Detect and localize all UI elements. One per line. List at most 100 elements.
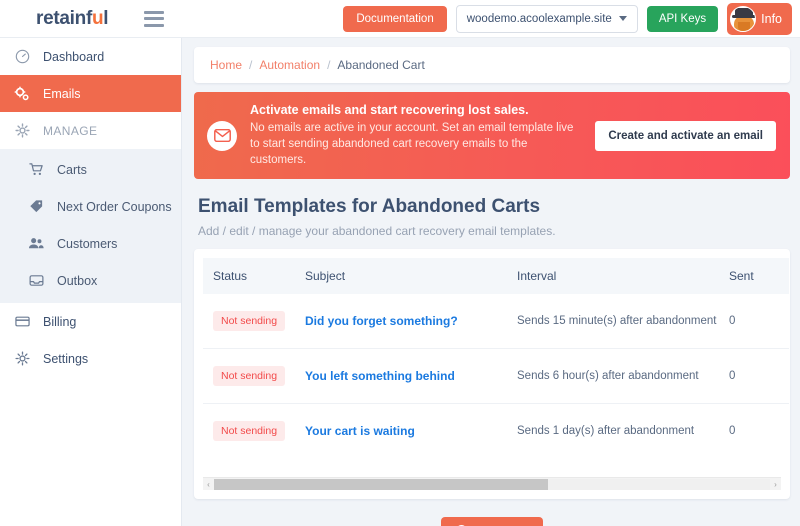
top-bar-actions: Documentation woodemo.acoolexample.site … <box>343 2 792 35</box>
sidebar-submenu-manage: Carts Next Order Coupons Customers Outbo… <box>0 149 181 303</box>
breadcrumb: Home / Automation / Abandoned Cart <box>194 47 790 83</box>
email-templates-table: Status Subject Interval Sent Not sending… <box>203 258 789 458</box>
avatar <box>730 5 757 32</box>
table-row: Not sending Did you forget something? Se… <box>203 294 789 349</box>
scroll-left-arrow-icon[interactable]: ‹ <box>203 480 214 489</box>
status-badge: Not sending <box>213 311 286 331</box>
breadcrumb-automation[interactable]: Automation <box>259 58 320 72</box>
add-email-row: Add Email <box>194 517 790 526</box>
app-logo[interactable]: retainful <box>36 7 109 30</box>
hamburger-bar <box>144 23 165 27</box>
sidebar-item-label: Emails <box>43 86 81 101</box>
cell-status: Not sending <box>203 348 295 404</box>
gear-icon <box>14 123 30 139</box>
alert-title: Activate emails and start recovering los… <box>250 103 529 117</box>
chevron-down-icon <box>618 16 627 21</box>
cell-interval: Sends 15 minute(s) after abandonment <box>517 315 717 327</box>
sidebar-section-label: MANAGE <box>43 123 98 138</box>
cell-subject: Your cart is waiting <box>295 403 507 458</box>
credit-card-icon <box>14 314 30 330</box>
email-template-link[interactable]: Your cart is waiting <box>305 424 415 438</box>
sidebar-item-label: Customers <box>57 236 118 251</box>
logo-text-tail: l <box>103 7 109 29</box>
gear-icon <box>14 351 30 367</box>
table-header: Status Subject Interval Sent <box>203 258 789 294</box>
email-template-link[interactable]: Did you forget something? <box>305 314 458 328</box>
inbox-icon <box>28 273 44 289</box>
avatar-beard <box>738 21 751 31</box>
scrollbar-track[interactable] <box>214 478 770 490</box>
main-content: Home / Automation / Abandoned Cart Activ… <box>182 38 800 526</box>
avatar-hat-brim <box>732 14 756 18</box>
table-horizontal-scrollbar[interactable]: ‹ › <box>203 477 781 490</box>
sidebar-item-emails[interactable]: Emails <box>0 75 181 112</box>
logo-text-accent: u <box>91 7 104 29</box>
table-body: Not sending Did you forget something? Se… <box>203 294 789 458</box>
alert-text: Activate emails and start recovering los… <box>250 103 585 168</box>
cart-icon <box>28 162 44 178</box>
column-header-sent[interactable]: Sent <box>719 258 789 294</box>
hamburger-bar <box>144 17 165 20</box>
sidebar-item-label: Settings <box>43 351 89 366</box>
envelope-icon <box>207 120 237 151</box>
cell-interval: Sends 1 day(s) after abandonment <box>507 403 719 458</box>
table-row: Not sending Your cart is waiting Sends 1… <box>203 403 789 458</box>
sidebar-item-carts[interactable]: Carts <box>0 151 181 188</box>
hamburger-bar <box>144 10 165 14</box>
breadcrumb-current: Abandoned Cart <box>337 58 425 72</box>
email-template-link[interactable]: You left something behind <box>305 369 455 383</box>
api-keys-button[interactable]: API Keys <box>646 5 719 32</box>
sidebar-item-label: Carts <box>57 162 87 177</box>
cell-interval: Sends 6 hour(s) after abandonment <box>507 348 719 404</box>
site-selector[interactable]: woodemo.acoolexample.site <box>455 4 638 33</box>
sidebar-item-label: Next Order Coupons <box>57 199 172 214</box>
column-header-subject[interactable]: Subject <box>295 258 507 294</box>
sidebar-item-settings[interactable]: Settings <box>0 340 181 377</box>
cell-sent: 0 <box>729 315 736 327</box>
users-icon <box>28 236 44 252</box>
sidebar-item-customers[interactable]: Customers <box>0 225 181 262</box>
status-badge: Not sending <box>213 366 286 386</box>
gauge-icon <box>14 49 30 65</box>
cogs-icon <box>14 86 30 102</box>
sidebar-item-label: Outbox <box>57 273 98 288</box>
scroll-right-arrow-icon[interactable]: › <box>770 480 781 489</box>
sidebar: Dashboard Emails MANAGE Carts Next Order… <box>0 38 182 526</box>
column-header-status[interactable]: Status <box>203 258 295 294</box>
tag-icon <box>28 199 44 215</box>
breadcrumb-home[interactable]: Home <box>210 58 242 72</box>
cell-sent: 0 <box>719 348 789 404</box>
cell-status: Not sending <box>203 403 295 458</box>
site-selector-value: woodemo.acoolexample.site <box>466 12 612 25</box>
logo-text-main: retainf <box>36 7 92 29</box>
sidebar-item-dashboard[interactable]: Dashboard <box>0 38 181 75</box>
sidebar-item-label: Dashboard <box>43 49 105 64</box>
scrollbar-thumb[interactable] <box>214 478 548 490</box>
alert-body: No emails are active in your account. Se… <box>250 122 574 166</box>
email-templates-card: Status Subject Interval Sent Not sending… <box>194 249 790 499</box>
activate-emails-alert: Activate emails and start recovering los… <box>194 92 790 179</box>
sidebar-section-manage[interactable]: MANAGE <box>0 112 181 149</box>
cell-sent: 0 <box>719 403 789 458</box>
page-title: Email Templates for Abandoned Carts <box>198 196 541 217</box>
top-bar: retainful Documentation woodemo.acoolexa… <box>0 0 800 38</box>
sidebar-item-billing[interactable]: Billing <box>0 303 181 340</box>
page-subtitle: Add / edit / manage your abandoned cart … <box>198 224 556 238</box>
cell-subject: Did you forget something? <box>295 294 507 349</box>
table-row: Not sending You left something behind Se… <box>203 348 789 404</box>
cell-status: Not sending <box>203 294 295 349</box>
hamburger-icon[interactable] <box>144 10 165 27</box>
add-email-button[interactable]: Add Email <box>441 517 543 526</box>
table-header-row: Status Subject Interval Sent <box>203 258 789 294</box>
column-header-interval[interactable]: Interval <box>507 258 719 294</box>
sidebar-item-label: Billing <box>43 314 77 329</box>
status-badge: Not sending <box>213 421 286 441</box>
breadcrumb-separator: / <box>327 58 331 72</box>
create-and-activate-email-button[interactable]: Create and activate an email <box>595 120 776 151</box>
breadcrumb-separator: / <box>249 58 253 72</box>
sidebar-item-outbox[interactable]: Outbox <box>0 262 181 299</box>
user-menu[interactable]: Info <box>727 2 792 35</box>
documentation-button[interactable]: Documentation <box>343 5 447 32</box>
user-name-label: Info <box>761 11 782 26</box>
sidebar-item-next-order-coupons[interactable]: Next Order Coupons <box>0 188 181 225</box>
